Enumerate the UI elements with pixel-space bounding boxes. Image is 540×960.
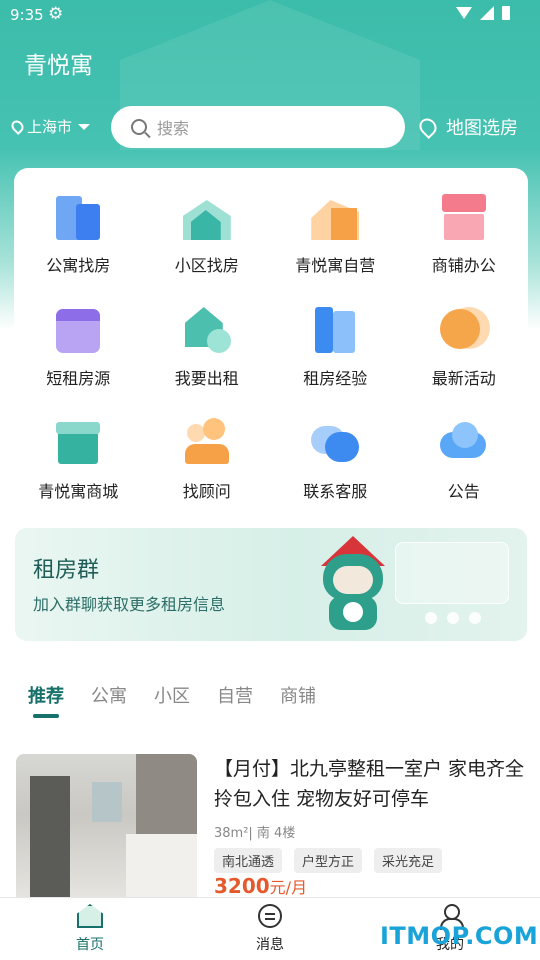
nav-home[interactable]: 首页 bbox=[50, 904, 130, 954]
wifi-icon bbox=[456, 7, 472, 19]
price-unit: 元/月 bbox=[269, 878, 308, 897]
grid-item-label: 联系客服 bbox=[303, 482, 368, 501]
grid-item-customer-service[interactable]: 联系客服 bbox=[271, 416, 400, 529]
listing-photo bbox=[16, 754, 197, 904]
listing-tag: 户型方正 bbox=[294, 848, 363, 873]
mascot-illustration bbox=[313, 534, 399, 638]
chat-icon bbox=[309, 416, 361, 468]
chat-bubble-decoration bbox=[395, 542, 509, 604]
feature-grid: 公寓找房 小区找房 青悦寓自营 商铺办公 短租房源 我要出租 租房经验 最新活动… bbox=[14, 168, 528, 529]
price-value: 3200 bbox=[214, 874, 270, 898]
grid-item-label: 公告 bbox=[447, 482, 480, 501]
grid-item-advisor[interactable]: 找顾问 bbox=[143, 416, 272, 529]
signal-icon bbox=[480, 6, 494, 20]
notice-icon bbox=[438, 416, 490, 468]
status-icons bbox=[456, 6, 510, 20]
book-icon bbox=[309, 303, 361, 355]
search-placeholder: 搜索 bbox=[157, 119, 190, 138]
apartment-icon bbox=[52, 190, 104, 242]
listing-title: 【月付】北九亭整租一室户 家电齐全拎包入住 宠物友好可停车 bbox=[214, 758, 525, 810]
grid-item-label: 租房经验 bbox=[303, 369, 368, 388]
battery-icon bbox=[502, 6, 510, 20]
grid-item-label: 商铺办公 bbox=[431, 256, 496, 275]
watermark: ITMOP.COM bbox=[380, 922, 539, 950]
mall-icon bbox=[52, 416, 104, 468]
message-icon bbox=[258, 904, 282, 928]
city-selector[interactable]: 上海市 bbox=[9, 116, 91, 137]
banner-title: 租房群 bbox=[33, 558, 100, 583]
gear-icon: ⚙ bbox=[48, 4, 64, 24]
nav-messages-label: 消息 bbox=[256, 937, 284, 953]
listing-card[interactable]: 【月付】北九亭整租一室户 家电齐全拎包入住 宠物友好可停车 38m²| 南 4楼… bbox=[16, 754, 536, 904]
self-operated-icon bbox=[309, 190, 361, 242]
grid-item-label: 青悦寓自营 bbox=[295, 256, 376, 275]
grid-item-label: 短租房源 bbox=[46, 369, 111, 388]
grid-item-community[interactable]: 小区找房 bbox=[143, 190, 272, 303]
city-label: 上海市 bbox=[27, 118, 73, 136]
grid-item-experience[interactable]: 租房经验 bbox=[271, 303, 400, 416]
grid-item-label: 我要出租 bbox=[174, 369, 239, 388]
grid-item-shop-office[interactable]: 商铺办公 bbox=[400, 190, 529, 303]
location-pin-icon bbox=[9, 118, 26, 135]
status-time: 9:35 bbox=[10, 6, 44, 24]
listing-price: 3200元/月 bbox=[214, 874, 307, 898]
map-pin-icon bbox=[415, 114, 441, 140]
banner-subtitle: 加入群聊获取更多租房信息 bbox=[33, 595, 226, 614]
grid-item-label: 公寓找房 bbox=[46, 256, 111, 275]
grid-item-self-operated[interactable]: 青悦寓自营 bbox=[271, 190, 400, 303]
grid-item-label: 小区找房 bbox=[174, 256, 239, 275]
grid-item-apartment[interactable]: 公寓找房 bbox=[14, 190, 143, 303]
chevron-down-icon bbox=[78, 123, 91, 130]
grid-item-label: 最新活动 bbox=[431, 369, 496, 388]
grid-item-label: 青悦寓商城 bbox=[38, 482, 119, 501]
tab-community[interactable]: 小区 bbox=[154, 682, 190, 708]
advisor-icon bbox=[181, 416, 233, 468]
grid-item-label: 找顾问 bbox=[182, 482, 231, 501]
map-select-button[interactable]: 地图选房 bbox=[415, 114, 518, 140]
chat-dots-decoration bbox=[425, 612, 481, 624]
feature-grid-card: 公寓找房 小区找房 青悦寓自营 商铺办公 短租房源 我要出租 租房经验 最新活动… bbox=[14, 168, 528, 514]
grid-item-rent-out[interactable]: 我要出租 bbox=[143, 303, 272, 416]
grid-item-mall[interactable]: 青悦寓商城 bbox=[14, 416, 143, 529]
listing-tag: 采光充足 bbox=[374, 848, 443, 873]
tab-self-operated[interactable]: 自营 bbox=[217, 682, 253, 708]
tab-shop[interactable]: 商铺 bbox=[280, 682, 316, 708]
status-bar: 9:35 ⚙ bbox=[0, 0, 540, 32]
shop-office-icon bbox=[438, 190, 490, 242]
calendar-icon bbox=[52, 303, 104, 355]
grid-item-notice[interactable]: 公告 bbox=[400, 416, 529, 529]
search-input[interactable]: 搜索 bbox=[111, 106, 405, 148]
listing-meta: 38m²| 南 4楼 bbox=[214, 826, 296, 841]
map-select-label: 地图选房 bbox=[446, 118, 518, 139]
tab-recommend[interactable]: 推荐 bbox=[28, 682, 64, 718]
category-tabs: 推荐 公寓 小区 自营 商铺 bbox=[28, 682, 316, 718]
nav-home-label: 首页 bbox=[76, 937, 104, 953]
community-icon bbox=[181, 190, 233, 242]
star-icon bbox=[438, 303, 490, 355]
home-icon bbox=[77, 904, 103, 928]
tab-apartment[interactable]: 公寓 bbox=[91, 682, 127, 708]
nav-messages[interactable]: 消息 bbox=[230, 904, 310, 954]
grid-item-short-rent[interactable]: 短租房源 bbox=[14, 303, 143, 416]
rent-out-icon bbox=[181, 303, 233, 355]
listing-tag: 南北通透 bbox=[214, 848, 283, 873]
grid-item-activities[interactable]: 最新活动 bbox=[400, 303, 529, 416]
search-icon bbox=[131, 119, 147, 135]
rental-group-banner[interactable]: 租房群 加入群聊获取更多租房信息 bbox=[15, 528, 527, 641]
listing-tags: 南北通透 户型方正 采光充足 bbox=[214, 848, 443, 873]
app-title: 青悦寓 bbox=[24, 53, 93, 79]
